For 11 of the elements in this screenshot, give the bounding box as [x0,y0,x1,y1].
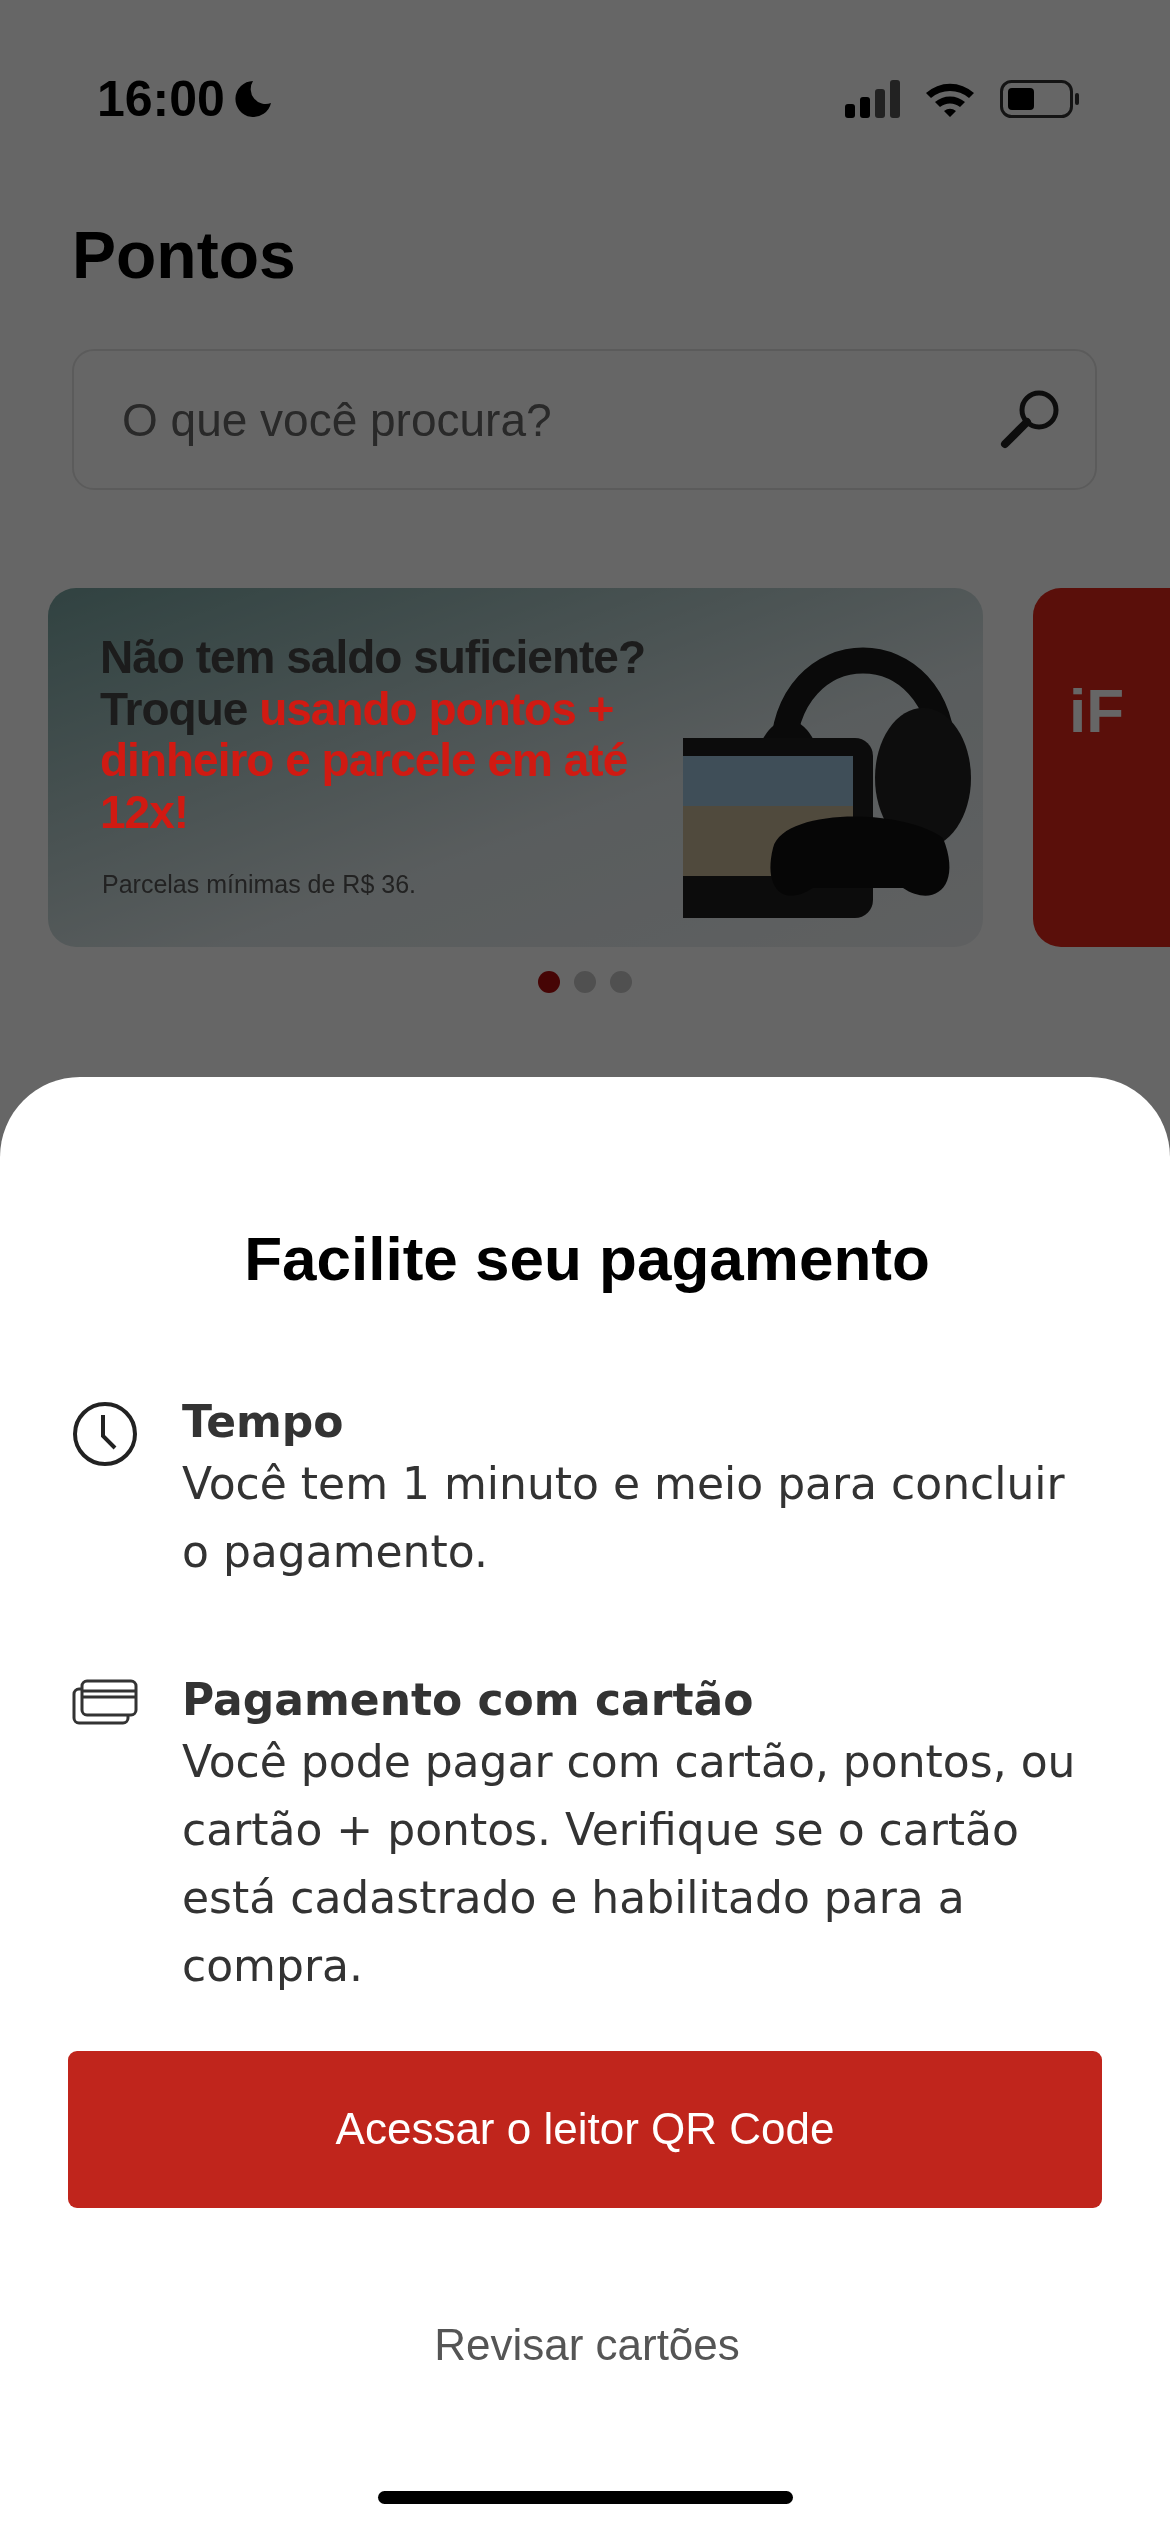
item-title: Pagamento com cartão [182,1672,755,1727]
qr-reader-button[interactable]: Acessar o leitor QR Code [68,2050,1102,2208]
review-cards-link[interactable]: Revisar cartões [434,2311,740,2378]
search-field[interactable]: O que você procura? [72,349,1097,490]
status-time: 16:00 [97,69,225,129]
page-title: Pontos [72,217,297,294]
sheet-title: Facilite seu pagamento [243,1223,931,1295]
item-title: Tempo [182,1395,345,1449]
banner-note: Parcelas mínimas de R$ 36. [102,869,417,900]
item-description: Você tem 1 minuto e meio para concluir o pagamento. [182,1457,1066,1580]
item-description: Você pode pagar com cartão, pontos, ou cartão + pontos. Verifique se o cartão está cadastrado e habilitado para a compra. [182,1734,1077,1994]
